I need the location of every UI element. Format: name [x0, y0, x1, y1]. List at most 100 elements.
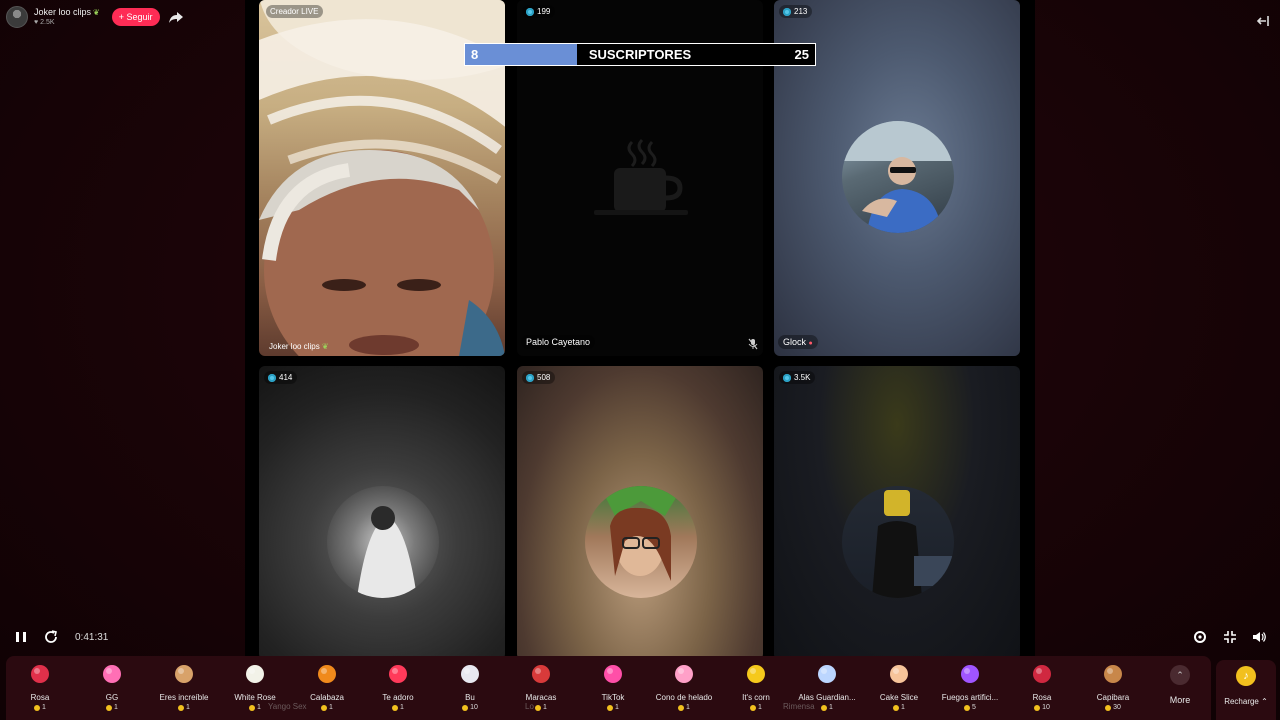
gg-icon: [100, 662, 124, 686]
gift-price: 1: [148, 704, 220, 711]
gift-price-value: 1: [257, 704, 261, 711]
fire-icon: ●: [808, 340, 813, 347]
exit-fullscreen-icon[interactable]: [1222, 629, 1238, 645]
host-info[interactable]: Joker loo clips ❦ ♥ 2.5K + Seguir: [6, 6, 160, 28]
gift-price: 30: [1077, 704, 1149, 711]
white-rose-icon: [243, 662, 267, 686]
gift-name: Te adoro: [382, 693, 414, 702]
gift-price-value: 1: [329, 704, 333, 711]
gift-item[interactable]: GG 1: [76, 662, 148, 711]
tile-name-label: Pablo Cayetano: [521, 335, 596, 349]
tile-name: Joker loo clips: [269, 342, 320, 351]
gift-item[interactable]: White Rose 1: [219, 662, 291, 711]
settings-icon[interactable]: [1192, 629, 1208, 645]
volume-icon[interactable]: [1251, 629, 1267, 645]
gift-item[interactable]: Eres increíble 1: [148, 662, 220, 711]
gift-price-value: 5: [972, 704, 976, 711]
guest-tile-4[interactable]: 414: [259, 366, 505, 660]
fireworks-icon: [958, 662, 982, 686]
coffee-cup-icon: [594, 138, 688, 215]
host-likes-count: 2.5K: [40, 19, 55, 26]
coin-icon: [821, 704, 828, 711]
recharge-button[interactable]: ♪ Recharge ⌃: [1216, 660, 1276, 720]
tile-name-label: Joker loo clips ❦: [264, 340, 334, 353]
gift-price-value: 1: [543, 704, 547, 711]
avatar-image: [357, 506, 417, 598]
coin-icon: [106, 704, 113, 711]
gift-price: 1: [291, 704, 363, 711]
gift-item[interactable]: Calabaza 1: [291, 662, 363, 711]
collapse-icon[interactable]: [1256, 14, 1270, 28]
follow-button[interactable]: + Seguir: [111, 8, 160, 26]
host-avatar[interactable]: [6, 6, 28, 28]
more-gifts-button[interactable]: ⌃ More: [1164, 662, 1196, 705]
guest-tile-6[interactable]: 3.5K: [774, 366, 1020, 660]
gift-item[interactable]: It's corn 1: [720, 662, 792, 711]
guest-avatar: [327, 486, 439, 598]
gift-price: 1: [4, 704, 76, 711]
gift-name: Alas Guardian...: [798, 693, 856, 702]
mic-muted-icon: [748, 338, 758, 350]
gift-price-value: 1: [400, 704, 404, 711]
gift-price-value: 1: [114, 704, 118, 711]
creator-live-badge: Creador LIVE: [266, 5, 324, 18]
gift-item[interactable]: TikTok 1: [577, 662, 649, 711]
refresh-icon[interactable]: [43, 629, 59, 645]
tile-name: Glock: [783, 337, 807, 347]
gift-price: 1: [863, 704, 935, 711]
viewer-count-badge: 3.5K: [779, 371, 816, 384]
viewer-count: 213: [794, 7, 808, 16]
gift-item[interactable]: Rosa 10: [1006, 662, 1078, 711]
tiktok-icon: [601, 662, 625, 686]
viewer-icon: [526, 373, 534, 382]
tile-name: Pablo Cayetano: [526, 337, 591, 347]
gift-item[interactable]: Cake Slice 1: [863, 662, 935, 711]
corn-icon: [744, 662, 768, 686]
rose-icon: [1030, 662, 1054, 686]
guest-tile-5[interactable]: 508: [517, 366, 763, 660]
maracas-icon: [529, 662, 553, 686]
gift-item[interactable]: Te adoro 1: [362, 662, 434, 711]
subscribers-goal-bar: 8 SUSCRIPTORES 25: [464, 43, 816, 66]
subscribers-title: SUSCRIPTORES: [588, 47, 692, 62]
viewer-icon: [783, 7, 791, 16]
gift-price: 10: [434, 704, 506, 711]
pumpkin-icon: [315, 662, 339, 686]
gift-item[interactable]: Rosa 1: [4, 662, 76, 711]
chevron-up-icon: ⌃: [1170, 665, 1190, 685]
gift-item[interactable]: Fuegos artifici... 5: [934, 662, 1006, 711]
gift-price-value: 1: [686, 704, 690, 711]
gift-item[interactable]: Bu 10: [434, 662, 506, 711]
gift-name: Cake Slice: [879, 693, 919, 702]
share-icon[interactable]: [168, 9, 184, 25]
gift-item[interactable]: Alas Guardian... 1: [791, 662, 863, 711]
gift-price-value: 10: [1042, 704, 1050, 711]
recharge-label: Recharge ⌃: [1224, 697, 1268, 706]
gift-price: 1: [720, 704, 792, 711]
gift-price-value: 10: [470, 704, 478, 711]
gift-name: GG: [105, 693, 119, 702]
avatar-image: [872, 490, 954, 598]
capybara-icon: [1101, 662, 1125, 686]
coin-icon: [607, 704, 614, 711]
gift-price-value: 1: [615, 704, 619, 711]
rose-icon: [28, 662, 52, 686]
gift-price: 1: [219, 704, 291, 711]
gift-item[interactable]: Capibara 30: [1077, 662, 1149, 711]
guest-avatar: [842, 121, 954, 233]
guest-avatar: [585, 486, 697, 598]
coin-icon: [249, 704, 256, 711]
coin-icon: [34, 704, 41, 711]
pause-icon[interactable]: [13, 629, 29, 645]
coin-icon: [392, 704, 399, 711]
gift-price: 1: [362, 704, 434, 711]
gift-item[interactable]: Maracas 1: [505, 662, 577, 711]
viewer-count: 508: [537, 373, 551, 382]
tile-name-label: Glock ●: [778, 335, 818, 349]
gift-name: Fuegos artifici...: [941, 693, 999, 702]
gift-name: White Rose: [234, 693, 276, 702]
gift-item[interactable]: Cono de helado 1: [648, 662, 720, 711]
gift-price: 1: [648, 704, 720, 711]
gift-price: 10: [1006, 704, 1078, 711]
gift-price-value: 1: [758, 704, 762, 711]
